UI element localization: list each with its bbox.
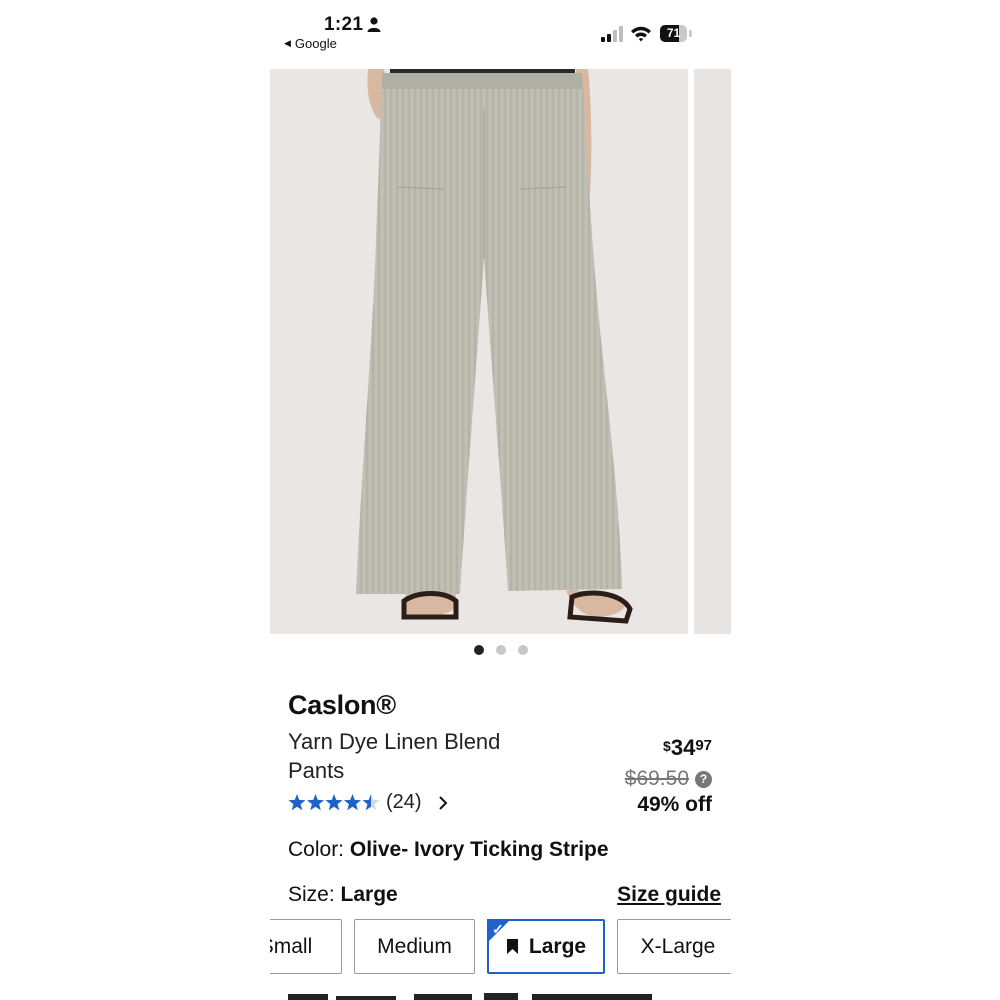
star-icon [343, 793, 362, 810]
current-price: $ 34 97 [663, 735, 712, 761]
battery-icon: 71 [660, 25, 692, 42]
carousel-dot[interactable] [517, 645, 528, 655]
size-option-label: Medium [377, 934, 452, 958]
color-label: Color: [288, 838, 350, 861]
chevron-right-icon [438, 795, 447, 810]
color-value: Olive- Ivory Ticking Stripe [349, 838, 609, 861]
size-option-label: Small [270, 934, 313, 958]
help-circle-icon[interactable]: ? [695, 770, 712, 788]
carousel-dot[interactable] [473, 645, 484, 655]
star-icon [288, 793, 306, 810]
price-cents: 97 [695, 737, 712, 754]
star-icon [362, 793, 380, 810]
cellular-signal-icon [601, 26, 623, 42]
size-selection: Size: Large [288, 883, 398, 907]
cut-off-text-line [288, 993, 652, 1000]
person-icon [367, 17, 381, 32]
size-label: Size: [288, 883, 341, 906]
price-dollars: 34 [670, 735, 696, 760]
product-brand[interactable]: Caslon® [288, 690, 396, 721]
rating-reviews-link[interactable]: (24) [288, 791, 448, 814]
size-option-x-large[interactable]: X-Large [617, 919, 731, 974]
back-arrow-icon: ◀ [284, 38, 291, 48]
size-option-large[interactable]: ✓ Large [487, 919, 605, 974]
product-title: Yarn Dye Linen Blend Pants [288, 729, 501, 783]
product-image-pants[interactable] [270, 69, 688, 634]
size-option-medium[interactable]: Medium [354, 919, 475, 974]
size-option-label: Large [528, 934, 587, 958]
discount-label: 49% off [637, 793, 712, 816]
phone-screen: 1:21 ◀ Google 71 Caslon® Yarn Dye Linen … [270, 0, 731, 1000]
size-option-small[interactable]: Small [270, 919, 342, 974]
carousel-page-indicator [270, 645, 731, 657]
wifi-icon [631, 26, 651, 42]
star-icon [325, 793, 343, 810]
carousel-dot[interactable] [495, 645, 506, 655]
back-to-google-link[interactable]: ◀ Google [284, 36, 337, 51]
review-count: (24) [386, 791, 422, 813]
size-option-label: X-Large [640, 934, 716, 958]
size-value: Large [340, 883, 398, 906]
color-selection: Color: Olive- Ivory Ticking Stripe [288, 838, 609, 862]
battery-level: 71 [666, 26, 681, 40]
original-price-row: $69.50 ? [625, 767, 712, 791]
status-time: 1:21 [324, 14, 364, 35]
star-rating [288, 793, 380, 810]
size-guide-link[interactable]: Size guide [617, 883, 721, 907]
next-product-image-preview[interactable] [694, 69, 731, 634]
back-label: Google [294, 36, 337, 51]
star-icon [306, 793, 325, 810]
checkmark-icon: ✓ [492, 921, 504, 937]
price-currency: $ [663, 738, 671, 754]
original-price: $69.50 [624, 767, 689, 790]
product-image-carousel[interactable] [270, 69, 731, 634]
